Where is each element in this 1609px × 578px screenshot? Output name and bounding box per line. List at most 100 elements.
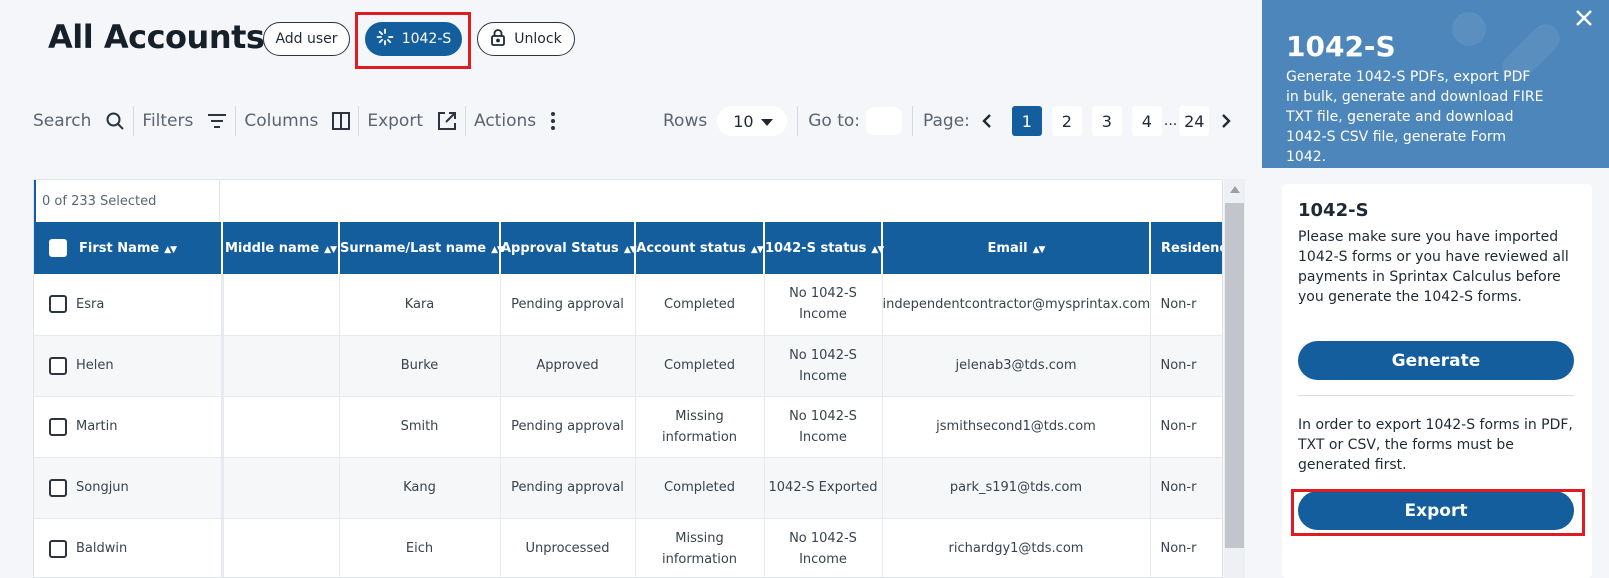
cell-approval-status: Pending approval [500, 457, 636, 519]
cell-residency: Non-r [1150, 518, 1222, 577]
cell-first-name: Helen [34, 335, 224, 397]
export-note: In order to export 1042-S forms in PDF, … [1298, 417, 1573, 473]
table-row[interactable]: Helen Burke Approved Completed No 1042-S… [34, 335, 1222, 397]
filter-icon [207, 113, 227, 129]
row-checkbox[interactable] [49, 295, 67, 314]
column-header-first-name[interactable]: First Name ▲▼ [34, 222, 223, 274]
column-header-account-status[interactable]: Account status ▲▼ [635, 222, 765, 274]
add-user-label: Add user [275, 31, 338, 47]
page-label: Page: [923, 111, 970, 131]
cell-last-name: Eich [339, 518, 501, 577]
row-checkbox[interactable] [49, 417, 67, 436]
cell-account-status: Missing information [635, 518, 765, 577]
cell-last-name: Smith [339, 396, 501, 458]
column-header-email[interactable]: Email ▲▼ [882, 222, 1151, 274]
export-button[interactable]: Export [1298, 491, 1574, 530]
search-button[interactable]: Search [33, 104, 133, 138]
cell-email: richardgy1@tds.com [882, 518, 1151, 577]
columns-button[interactable]: Columns [236, 104, 358, 138]
add-user-button[interactable]: Add user [263, 22, 350, 56]
cell-approval-status: Pending approval [500, 274, 636, 336]
first-name-text: Helen [76, 358, 114, 373]
first-name-text: Esra [76, 296, 105, 312]
cell-residency: Non-r [1150, 457, 1222, 519]
column-header-1042s-status[interactable]: 1042-S status ▲▼ [764, 222, 884, 274]
sort-icon: ▲▼ [871, 244, 884, 255]
column-label: Approval Status [501, 240, 619, 256]
cell-first-name: Martin [34, 396, 224, 458]
column-label: Account status [636, 240, 746, 256]
cell-account-status: Completed [635, 335, 765, 397]
page-button-1[interactable]: 1 [1011, 106, 1042, 136]
row-checkbox[interactable] [49, 356, 67, 375]
cell-1042s-status: No 1042-S Income [764, 518, 883, 577]
column-header-approval-status[interactable]: Approval Status ▲▼ [500, 222, 637, 274]
first-name-text: Martin [76, 419, 118, 434]
caret-down-icon [761, 112, 774, 131]
close-icon[interactable] [1572, 6, 1596, 30]
page-button-4[interactable]: 4 [1131, 106, 1162, 136]
card-divider [1298, 395, 1574, 396]
column-header-middle-name[interactable]: Middle name ▲▼ [222, 222, 340, 274]
page-ellipsis: ... [1163, 113, 1178, 129]
row-checkbox[interactable] [49, 539, 67, 558]
prev-page-button[interactable] [982, 113, 992, 129]
table-scrollbar[interactable] [1224, 179, 1245, 578]
columns-icon [332, 112, 351, 130]
cell-account-status: Missing information [635, 396, 765, 458]
cell-middle-name [222, 396, 340, 458]
table-row[interactable]: Esra Kara Pending approval Completed No … [34, 274, 1222, 336]
rows-per-page-select[interactable]: 10 [717, 106, 788, 136]
table-row[interactable]: Songjun Kang Pending approval Completed … [34, 457, 1222, 519]
columns-label: Columns [244, 111, 319, 131]
cell-approval-status: Approved [500, 335, 636, 397]
table-toolbar: Search Filters Columns Export Actions [33, 104, 564, 138]
cell-middle-name [222, 274, 340, 336]
page-title: All Accounts [48, 18, 265, 56]
cell-1042s-status: No 1042-S Income [764, 274, 883, 336]
unlock-label: Unlock [514, 31, 562, 47]
column-label: Email [987, 240, 1028, 256]
row-checkbox[interactable] [49, 478, 67, 497]
first-name-text: Songjun [76, 480, 129, 495]
scroll-thumb[interactable] [1225, 203, 1244, 548]
page-button-24[interactable]: 24 [1179, 106, 1210, 136]
table-header-row: First Name ▲▼ Middle name ▲▼ Surname/Last … [34, 222, 1222, 274]
generate-button[interactable]: Generate [1298, 341, 1574, 380]
filters-button[interactable]: Filters [134, 104, 235, 138]
scroll-up-icon[interactable] [1224, 179, 1245, 199]
cell-middle-name [222, 518, 340, 577]
column-header-last-name[interactable]: Surname/Last name ▲▼ [339, 222, 504, 274]
column-header-residency[interactable]: Residency [1150, 222, 1222, 274]
column-label: Surname/Last name [340, 240, 487, 256]
cell-middle-name [222, 457, 340, 519]
next-page-button[interactable] [1221, 113, 1231, 129]
form-1042s-label: 1042-S [401, 31, 452, 47]
form-1042s-button[interactable]: 1042-S [365, 22, 462, 56]
select-all-checkbox[interactable] [49, 239, 67, 257]
export-table-button[interactable]: Export [359, 104, 465, 138]
column-label: Middle name [224, 240, 320, 256]
table-row[interactable]: Martin Smith Pending approval Missing in… [34, 396, 1222, 458]
first-name-text: Baldwin [76, 541, 128, 556]
pager-divider [797, 106, 799, 136]
actions-button[interactable]: Actions [466, 104, 564, 138]
cell-middle-name [222, 335, 340, 397]
page-button-2[interactable]: 2 [1051, 106, 1082, 136]
cell-email: jsmithsecond1@tds.com [882, 396, 1151, 458]
cell-email: jelenab3@tds.com [882, 335, 1151, 397]
cell-first-name: Esra [34, 274, 224, 336]
goto-label: Go to: [808, 111, 860, 131]
spinner-icon [376, 28, 394, 50]
column-label: Residency [1161, 240, 1222, 256]
rows-value: 10 [733, 111, 754, 131]
rows-label: Rows [663, 111, 708, 131]
cell-account-status: Completed [635, 274, 765, 336]
external-link-icon [437, 111, 457, 131]
page-button-3[interactable]: 3 [1091, 106, 1122, 136]
selection-bar: 0 of 233 Selected [34, 180, 1222, 222]
table-row[interactable]: Baldwin Eich Unprocessed Missing informa… [34, 518, 1222, 577]
unlock-button[interactable]: Unlock [477, 22, 575, 56]
goto-page-input[interactable] [866, 107, 902, 135]
cell-residency: Non-r [1150, 396, 1222, 458]
